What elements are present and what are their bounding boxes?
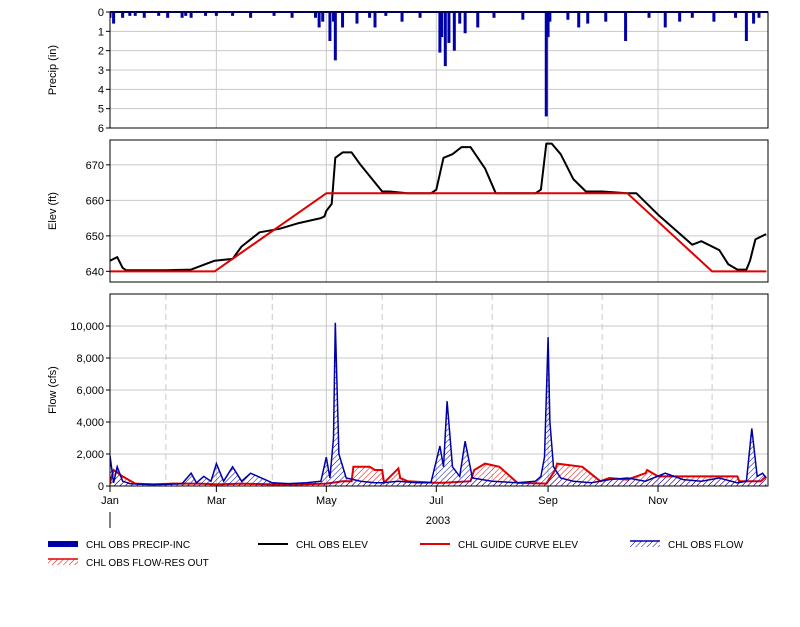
guide-curve-line	[110, 192, 767, 273]
legend-label: CHL OBS FLOW	[668, 540, 744, 551]
precip-bar	[744, 12, 748, 41]
legend-label: CHL OBS PRECIP-INC	[86, 540, 190, 551]
precip-bar	[476, 12, 480, 28]
legend-label: CHL GUIDE CURVE ELEV	[458, 540, 578, 551]
x-tick-label: Sep	[538, 495, 558, 507]
precip-bar	[678, 12, 682, 22]
legend-label: CHL OBS ELEV	[296, 540, 368, 551]
legend-swatch-hatch	[630, 541, 660, 547]
precip-bar	[440, 12, 444, 38]
marks-layer	[110, 11, 768, 486]
y-tick-label: 6,000	[76, 385, 104, 397]
y-tick-label: 6	[98, 123, 104, 135]
y-tick-label: 670	[86, 160, 104, 172]
y-tick-label: 660	[86, 195, 104, 207]
precip-bar	[604, 12, 608, 22]
precip-bar	[452, 12, 456, 51]
y-tick-label: 0	[98, 7, 104, 19]
obs-elev-line	[110, 142, 767, 272]
plot-frame	[109, 139, 769, 283]
y-tick-label: 4	[98, 84, 104, 96]
x-tick-label: Jan	[101, 495, 119, 507]
precip-bar	[400, 12, 404, 22]
y-tick-label: 1	[98, 26, 104, 38]
precip-bar	[333, 12, 337, 61]
y-tick-label: 640	[86, 266, 104, 278]
y-tick-label: 2,000	[76, 449, 104, 461]
y-tick-label: 650	[86, 231, 104, 243]
precip-bar	[373, 12, 377, 28]
x-tick-label: May	[316, 495, 337, 507]
precip-bar	[112, 12, 116, 24]
legend: CHL OBS PRECIP-INC CHL OBS ELEV CHL GUIDE …	[48, 540, 744, 569]
y-axis-label: Flow (cfs)	[47, 366, 59, 414]
precip-bar	[752, 12, 756, 24]
precip-bar	[463, 12, 467, 34]
grid-layer	[110, 11, 768, 487]
y-tick-label: 10,000	[70, 321, 104, 333]
precip-bar	[443, 12, 447, 67]
hydrograph-chart: 0 1 2 3 4 5 6 Precip (in) 640 650 660 670 Elev (ft) 0…	[47, 7, 769, 569]
y-tick-label: 5	[98, 104, 104, 116]
x-tick-label: Mar	[207, 495, 226, 507]
y-tick-label: 2	[98, 46, 104, 58]
precip-bar	[624, 12, 628, 41]
y-tick-label: 0	[98, 481, 104, 493]
text-layer: 0 1 2 3 4 5 6 Precip (in) 640 650 660 670 Elev (ft) 0…	[47, 7, 668, 527]
precip-bar	[712, 12, 716, 22]
precip-bar	[586, 12, 590, 24]
precip-bar	[548, 12, 552, 22]
precip-bar	[663, 12, 667, 28]
precip-bar	[341, 12, 345, 28]
precip-bar	[566, 12, 570, 20]
legend-swatch-hatch	[48, 559, 78, 565]
y-axis-label: Elev (ft)	[47, 192, 59, 230]
y-axis-label: Precip (in)	[47, 45, 59, 95]
precip-bar	[317, 12, 321, 28]
precip-bar	[458, 12, 462, 24]
legend-label: CHL OBS FLOW-RES OUT	[86, 558, 209, 569]
y-tick-label: 4,000	[76, 417, 104, 429]
precip-bar	[577, 12, 581, 28]
legend-swatch-bar	[48, 541, 78, 547]
y-tick-label: 3	[98, 65, 104, 77]
precip-bar	[521, 12, 525, 20]
y-tick-label: 8,000	[76, 353, 104, 365]
obs-flow-area	[110, 322, 767, 486]
precip-bar	[321, 12, 325, 22]
x-tick-label: Nov	[648, 495, 668, 507]
x-tick-label: Jul	[429, 495, 443, 507]
precip-bar	[328, 12, 332, 41]
precip-bar	[447, 12, 451, 43]
precip-bar	[355, 12, 359, 24]
x-year-label: 2003	[426, 515, 450, 527]
